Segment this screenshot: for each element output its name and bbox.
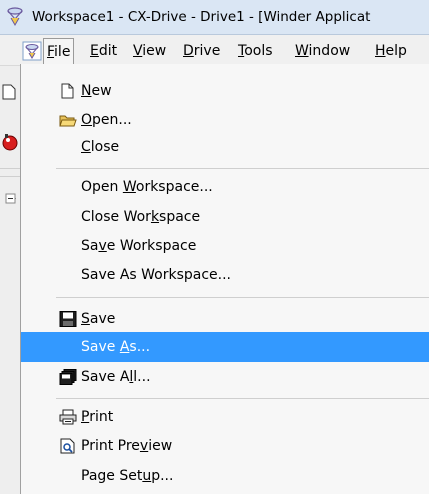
menu-item-close-workspace-label: Close Workspace <box>81 209 201 225</box>
menu-drive-label: rive <box>193 43 221 59</box>
menu-item-page-setup-label: Page Setup... <box>81 468 174 484</box>
left-divider <box>0 168 20 169</box>
file-menu-dropdown: New Open... Close Open Workspace... Clos… <box>20 64 429 494</box>
left-divider-2 <box>0 176 20 177</box>
new-document-toolbar-icon[interactable] <box>2 84 16 100</box>
menu-item-open[interactable]: Open... <box>21 105 429 135</box>
menu-item-save[interactable]: Save <box>21 304 429 334</box>
save-disk-icon <box>59 311 77 327</box>
menu-help-label: elp <box>385 43 407 59</box>
menu-view-label: iew <box>142 43 167 59</box>
menu-item-print-preview-label: Print Preview <box>81 438 173 454</box>
menu-item-save-as-workspace-label: Save As Workspace... <box>81 267 232 283</box>
menu-help-mnemonic: H <box>375 43 386 59</box>
menu-item-save-all-label: Save All... <box>81 369 151 385</box>
menu-item-print[interactable]: Print <box>21 402 429 432</box>
menu-item-open-workspace-label: Open Workspace... <box>81 179 213 195</box>
menu-item-save-as-workspace[interactable]: Save As Workspace... <box>21 260 429 290</box>
menu-item-open-workspace[interactable]: Open Workspace... <box>21 172 429 202</box>
tree-collapse-icon[interactable] <box>5 193 17 205</box>
open-folder-icon <box>59 115 77 127</box>
save-all-icon <box>59 369 77 385</box>
print-preview-icon <box>60 438 75 454</box>
menu-item-save-workspace[interactable]: Save Workspace <box>21 231 429 261</box>
menu-file-mnemonic: F <box>47 44 55 60</box>
menu-item-new[interactable]: New <box>21 76 429 106</box>
printer-icon <box>59 409 77 425</box>
menu-drive-mnemonic: D <box>183 43 194 59</box>
menu-separator <box>56 297 429 298</box>
menu-item-open-label: Open... <box>81 112 132 128</box>
document-app-icon <box>22 41 42 61</box>
menu-file-label: ile <box>54 44 71 60</box>
drive-status-icon[interactable] <box>1 133 19 151</box>
menu-item-page-setup[interactable]: Page Setup... <box>21 461 429 491</box>
menu-item-save-as-label: Save As... <box>81 339 151 355</box>
menu-edit[interactable]: Edit <box>87 40 120 62</box>
menu-separator <box>56 168 429 169</box>
menu-edit-mnemonic: E <box>90 43 99 59</box>
menu-item-print-preview[interactable]: Print Preview <box>21 431 429 461</box>
new-document-icon <box>61 83 74 99</box>
window-title-bar: Workspace1 - CX-Drive - Drive1 - [Winder… <box>0 0 429 35</box>
menu-item-close-label: Close <box>81 139 120 155</box>
menu-item-save-as[interactable]: Save As... <box>21 332 429 362</box>
menu-help[interactable]: Help <box>372 40 410 62</box>
menu-view[interactable]: View <box>130 40 169 62</box>
menu-view-mnemonic: V <box>133 43 143 59</box>
menu-item-new-label: New <box>81 83 112 99</box>
menu-tools-label: ools <box>244 43 273 59</box>
menu-drive[interactable]: Drive <box>180 40 223 62</box>
menu-separator <box>56 398 429 399</box>
app-icon <box>7 7 23 27</box>
menu-item-close[interactable]: Close <box>21 132 429 162</box>
menu-tools[interactable]: Tools <box>235 40 276 62</box>
left-toolbar-strip <box>0 66 21 494</box>
menu-window-label: indow <box>308 43 351 59</box>
menu-item-close-workspace[interactable]: Close Workspace <box>21 202 429 232</box>
menu-window-mnemonic: W <box>295 43 309 59</box>
menu-window[interactable]: Window <box>292 40 353 62</box>
menu-item-save-all[interactable]: Save All... <box>21 362 429 392</box>
window-title: Workspace1 - CX-Drive - Drive1 - [Winder… <box>32 9 371 25</box>
menu-edit-label: dit <box>98 43 118 59</box>
menu-item-save-label: Save <box>81 311 116 327</box>
menu-file[interactable]: File <box>43 38 75 65</box>
menu-item-save-workspace-label: Save Workspace <box>81 238 197 254</box>
menu-item-print-label: Print <box>81 409 114 425</box>
